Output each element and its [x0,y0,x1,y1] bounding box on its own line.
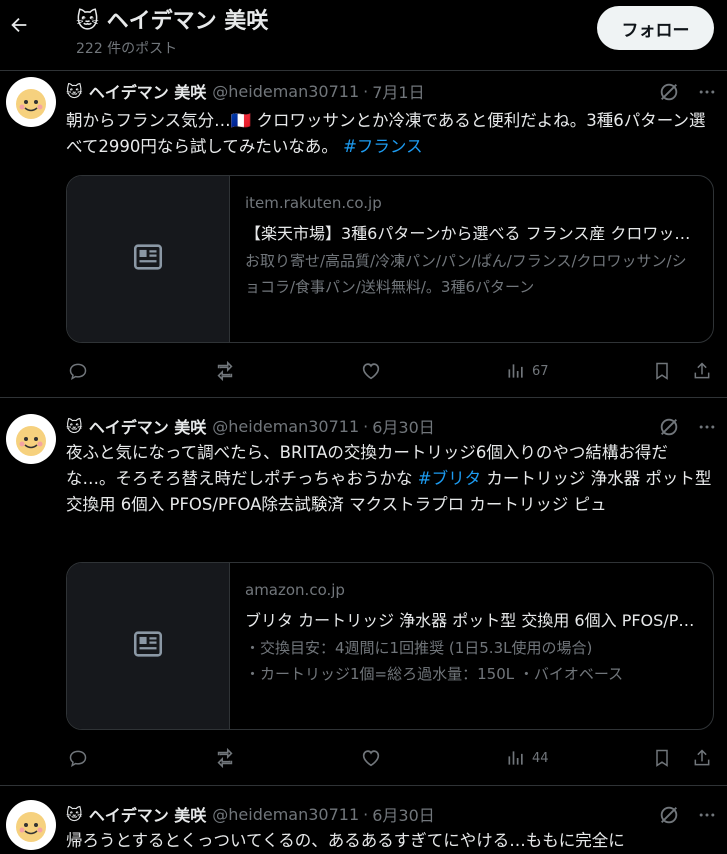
view-count: 44 [532,750,549,766]
link-card[interactable]: amazon.co.jp ブリタ カートリッジ 浄水器 ポット型 交換用 6個入… [66,562,714,730]
post-meta: 🐱 ヘイデマン 美咲 @heideman30711 · 6月30日 [66,414,435,438]
author-name[interactable]: ヘイデマン 美咲 [89,414,207,438]
repost-button[interactable] [214,746,236,770]
card-domain: amazon.co.jp [245,581,345,599]
post[interactable]: 🐱 ヘイデマン 美咲 @heideman30711 · 6月30日 帰ろうとする… [0,785,727,854]
separator-dot: · [363,81,369,101]
post-text: 夜ふと気になって調べたら、BRITAの交換カートリッジ6個入りのやつ結構お得だな… [66,440,716,518]
share-button[interactable] [692,359,712,383]
card-thumbnail [67,563,230,729]
share-button[interactable] [692,746,712,770]
card-description: お取り寄せ/高品質/冷凍パン/パン/ぱん/フランス/クロワッサン/ショコラ/食事… [245,252,687,296]
card-domain: item.rakuten.co.jp [245,194,382,212]
bookmark-button[interactable] [652,359,672,383]
hashtag-link[interactable]: #フランス [343,137,423,156]
post-meta: 🐱 ヘイデマン 美咲 @heideman30711 · 6月30日 [66,802,435,826]
follow-button[interactable]: フォロー [597,6,714,50]
views-icon [508,364,523,378]
reply-button[interactable] [68,746,88,770]
separator-dot: · [363,804,369,824]
avatar[interactable] [6,414,56,464]
post-text: 帰ろうとするとくっついてくるの、あるあるすぎてにやける…ももに完全に [66,831,625,850]
post-count: 222 件のポスト [76,41,178,57]
views-icon [508,751,523,765]
avatar[interactable] [6,800,56,850]
post-date[interactable]: 6月30日 [372,414,435,438]
post[interactable]: 🐱 ヘイデマン 美咲 @heideman30711 · 6月30日 夜ふと気にな… [0,397,727,785]
card-title: 【楽天市場】3種6パターンから選べる フランス産 クロワッサン [245,224,697,243]
author-emoji: 🐱 [66,81,83,101]
action-bar: 44 [0,746,727,770]
author-handle[interactable]: @heideman30711 [212,82,359,101]
author-name[interactable]: ヘイデマン 美咲 [89,802,207,826]
post-text: 朝からフランス気分…🇫🇷 クロワッサンとか冷凍であると便利だよね。3種6パターン… [66,108,716,160]
grok-icon[interactable] [658,416,680,438]
reply-icon [69,363,87,381]
views-button[interactable]: 67 [506,359,549,383]
reply-icon [69,750,87,768]
cat-emoji: 🐱 [76,9,99,34]
reply-button[interactable] [68,359,88,383]
article-icon [133,244,163,270]
card-description: ・交換目安：4週間に1回推奨 (1日5.3L使用の場合) ・カートリッジ1個=総… [245,639,624,683]
author-name[interactable]: ヘイデマン 美咲 [89,79,207,103]
separator-dot: · [363,416,369,436]
grok-icon[interactable] [658,81,680,103]
bookmark-icon [656,749,668,767]
profile-name: ヘイデマン 美咲 [106,9,269,34]
like-icon [362,750,380,767]
like-button[interactable] [360,359,382,383]
share-icon [694,362,710,379]
repost-icon [217,747,233,769]
article-icon [133,631,163,657]
hashtag-link[interactable]: #ブリタ [418,469,481,488]
like-icon [362,363,380,380]
more-icon[interactable] [697,417,717,437]
author-emoji: 🐱 [66,804,83,824]
share-icon [694,749,710,766]
card-thumbnail [67,176,230,342]
bookmark-button[interactable] [652,746,672,770]
card-title: ブリタ カートリッジ 浄水器 ポット型 交換用 6個入 PFOS/PFOA [245,611,697,630]
back-arrow-icon[interactable] [8,14,30,36]
action-bar: 67 [0,359,727,383]
profile-title: 🐱 ヘイデマン 美咲 [76,3,268,35]
more-icon[interactable] [697,82,717,102]
profile-header: 🐱 ヘイデマン 美咲 222 件のポスト フォロー [0,0,727,70]
post-date[interactable]: 6月30日 [372,802,435,826]
view-count: 67 [532,363,549,379]
avatar[interactable] [6,77,56,127]
repost-icon [217,360,233,382]
author-emoji: 🐱 [66,416,83,436]
bookmark-icon [656,362,668,380]
post-meta: 🐱 ヘイデマン 美咲 @heideman30711 · 7月1日 [66,79,425,103]
views-button[interactable]: 44 [506,746,549,770]
post-date[interactable]: 7月1日 [372,79,424,103]
author-handle[interactable]: @heideman30711 [212,417,359,436]
repost-button[interactable] [214,359,236,383]
link-card[interactable]: item.rakuten.co.jp 【楽天市場】3種6パターンから選べる フラ… [66,175,714,343]
author-handle[interactable]: @heideman30711 [212,805,359,824]
grok-icon[interactable] [658,804,680,826]
more-icon[interactable] [697,805,717,825]
post[interactable]: 🐱 ヘイデマン 美咲 @heideman30711 · 7月1日 朝からフランス… [0,70,727,397]
like-button[interactable] [360,746,382,770]
